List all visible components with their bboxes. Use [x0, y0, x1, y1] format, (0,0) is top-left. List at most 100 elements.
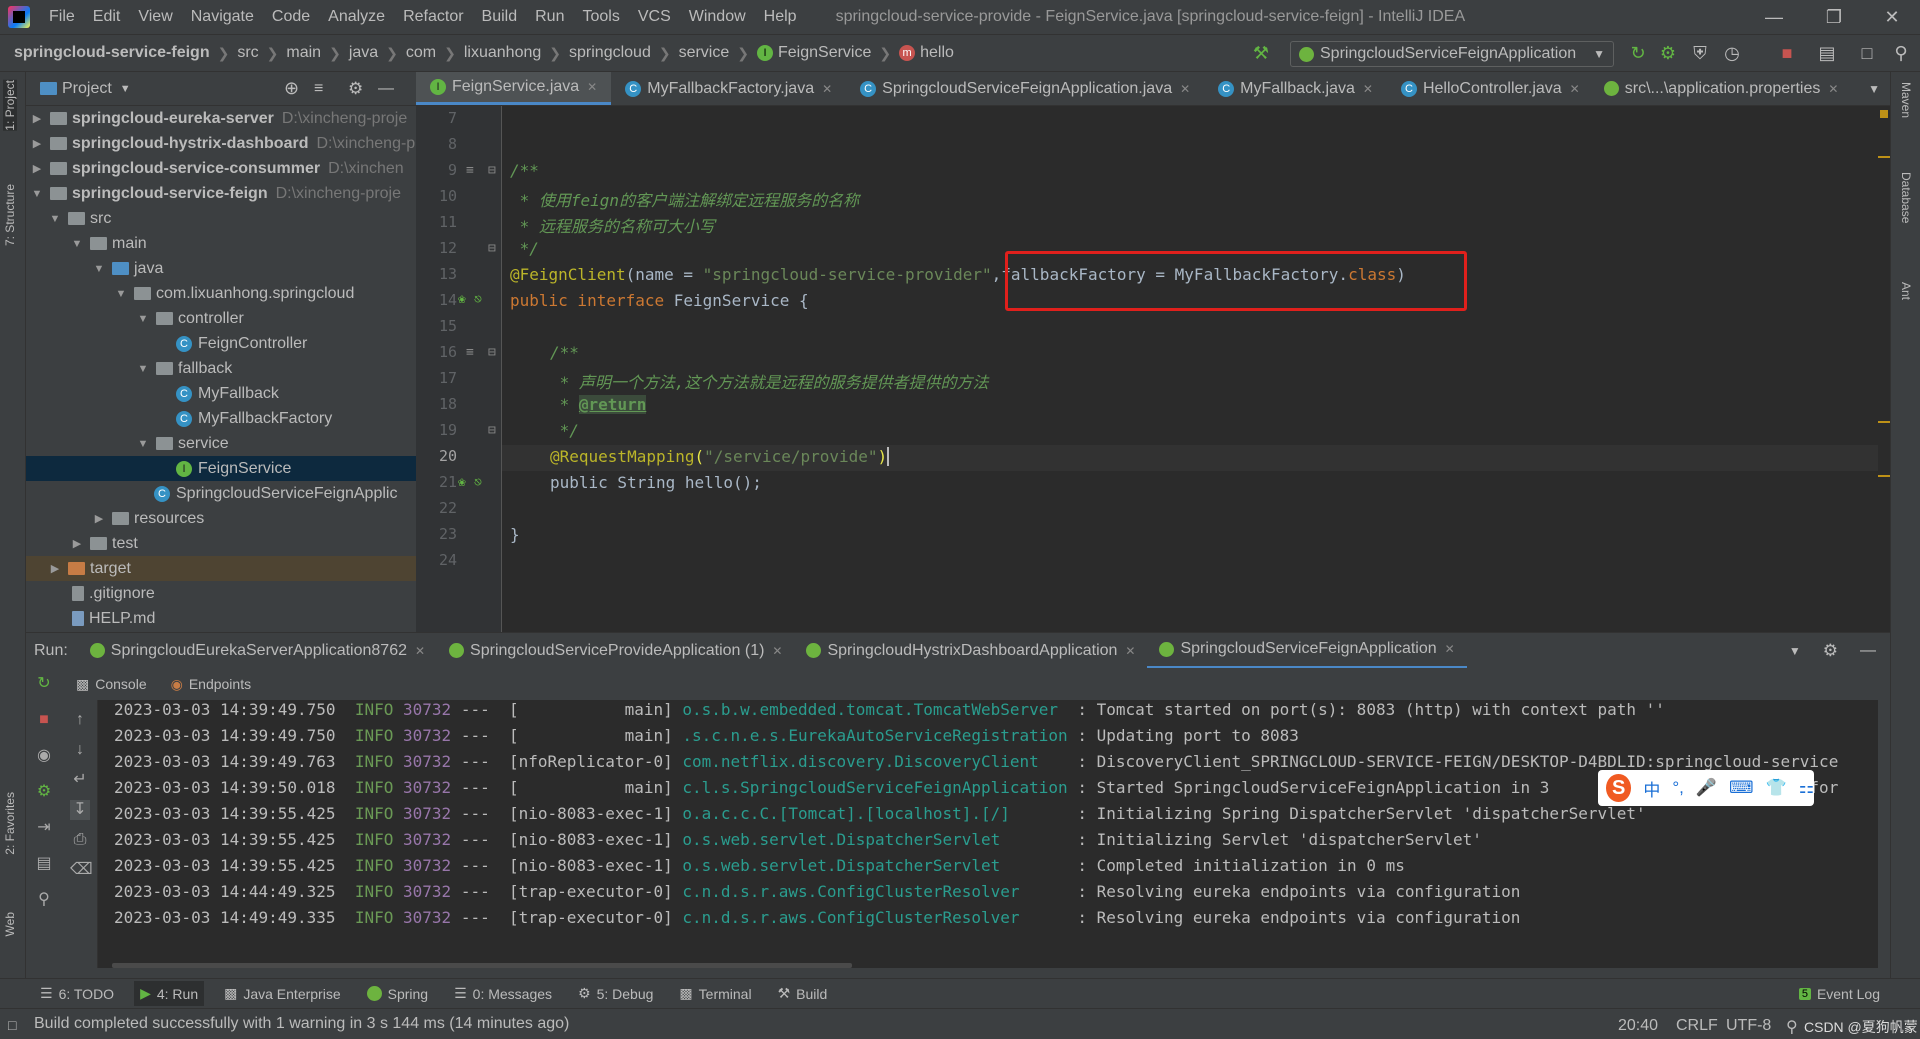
chevron-down-icon[interactable]: ▼: [136, 363, 150, 375]
menu-view[interactable]: View: [129, 8, 181, 26]
tree-node-folder[interactable]: ▼ main: [26, 231, 416, 256]
chevron-right-icon[interactable]: ▶: [70, 537, 84, 550]
close-tab-icon[interactable]: ✕: [1125, 644, 1135, 658]
breadcrumb-feignservice[interactable]: FeignService: [778, 44, 871, 62]
ant-tool-tab[interactable]: Ant: [1899, 282, 1913, 300]
tree-node-folder[interactable]: ▼ java: [26, 256, 416, 281]
editor-tab-hellocontroller[interactable]: C HelloController.java ✕: [1387, 72, 1594, 105]
project-panel-title[interactable]: Project: [62, 80, 112, 98]
pin-icon[interactable]: ⚲: [34, 890, 54, 910]
hide-icon[interactable]: —: [378, 80, 394, 98]
line-separator[interactable]: CRLF: [1676, 1017, 1718, 1035]
tree-node-package[interactable]: ▼ service: [26, 431, 416, 456]
tree-node-folder-excluded[interactable]: ▶ target: [26, 556, 416, 581]
run-tab-provide[interactable]: SpringcloudServiceProvideApplication (1)…: [437, 633, 794, 669]
menu-edit[interactable]: Edit: [84, 8, 130, 26]
debug-icon[interactable]: ⚙: [1657, 42, 1679, 64]
chevron-down-icon[interactable]: ▼: [1789, 644, 1801, 658]
chevron-down-icon[interactable]: ▼: [114, 288, 128, 300]
chevron-down-icon[interactable]: ▼: [136, 313, 150, 325]
java-enterprise-tool-button[interactable]: ▩ Java Enterprise: [224, 985, 341, 1002]
spring-bean-icon[interactable]: ❀: [458, 292, 466, 307]
warning-icon[interactable]: [1880, 110, 1888, 118]
tree-node-class[interactable]: C MyFallbackFactory: [26, 406, 416, 431]
status-message[interactable]: Build completed successfully with 1 warn…: [34, 1015, 569, 1033]
chevron-down-icon[interactable]: ▼: [70, 238, 84, 250]
breadcrumb-src[interactable]: src: [237, 44, 258, 62]
layout-icon[interactable]: ▤: [34, 854, 54, 874]
log-logger[interactable]: com.netflix.discovery.DiscoveryClient: [682, 752, 1038, 771]
scroll-to-end-icon[interactable]: ↧: [70, 800, 90, 820]
locate-icon[interactable]: ⊕: [284, 78, 299, 99]
fold-icon[interactable]: ⊟: [488, 423, 496, 438]
tree-node-class[interactable]: C FeignController: [26, 331, 416, 356]
log-logger[interactable]: o.s.web.servlet.DispatcherServlet: [682, 830, 1000, 849]
menu-file[interactable]: File: [40, 8, 84, 26]
project-structure-icon[interactable]: ▤: [1816, 42, 1838, 64]
log-logger[interactable]: .s.c.n.e.s.EurekaAutoServiceRegistration: [682, 726, 1067, 745]
tree-node-class[interactable]: C MyFallback: [26, 381, 416, 406]
close-tab-icon[interactable]: ✕: [587, 80, 597, 94]
rerun-icon[interactable]: ↻: [1627, 42, 1649, 64]
fold-icon[interactable]: ⊟: [488, 241, 496, 256]
run-tab-hystrix[interactable]: SpringcloudHystrixDashboardApplication ✕: [794, 633, 1147, 669]
chevron-down-icon[interactable]: ▼: [120, 83, 131, 95]
maven-tool-tab[interactable]: Maven: [1899, 82, 1913, 118]
camera-icon[interactable]: ◉: [34, 746, 54, 766]
log-logger[interactable]: o.s.web.servlet.DispatcherServlet: [682, 856, 1000, 875]
ime-chinese-mode[interactable]: 中: [1643, 776, 1660, 801]
close-tab-icon[interactable]: ✕: [822, 82, 832, 96]
code-editor[interactable]: /** * 使用feign的客户端注解绑定远程服务的名称 * 远程服务的名称可大…: [502, 106, 1878, 632]
chevron-down-icon[interactable]: ▼: [30, 188, 44, 200]
minimize-icon[interactable]: —: [1746, 0, 1802, 34]
close-tab-icon[interactable]: ✕: [772, 644, 782, 658]
breadcrumb-com[interactable]: com: [406, 44, 436, 62]
chevron-right-icon[interactable]: ▶: [30, 112, 44, 125]
close-icon[interactable]: ✕: [1864, 0, 1920, 34]
editor-tab-myfallbackfactory[interactable]: C MyFallbackFactory.java ✕: [611, 72, 846, 105]
breadcrumb-project[interactable]: springcloud-service-feign: [14, 44, 210, 62]
tree-node-module[interactable]: ▶ springcloud-eureka-server D:\xincheng-pr…: [26, 106, 416, 131]
chevron-right-icon[interactable]: ▶: [92, 512, 106, 525]
breadcrumb-java[interactable]: java: [349, 44, 378, 62]
tree-node-folder[interactable]: ▶ resources: [26, 506, 416, 531]
fold-icon[interactable]: ⊟: [488, 163, 496, 178]
console-output[interactable]: 2023-03-03 14:39:49.750 INFO 30732 --- […: [98, 700, 1878, 968]
stop-icon[interactable]: ■: [1776, 42, 1798, 64]
gear-icon[interactable]: ⚙: [348, 79, 363, 99]
log-logger[interactable]: o.a.c.c.C.[Tomcat].[localhost].[/]: [682, 804, 1010, 823]
horizontal-scrollbar[interactable]: [112, 963, 852, 968]
menu-analyze[interactable]: Analyze: [319, 8, 394, 26]
gear-icon[interactable]: ⚙: [1823, 641, 1838, 661]
ime-punctuation[interactable]: °,: [1672, 778, 1684, 798]
todo-tool-button[interactable]: ☰ 6: TODO: [40, 985, 114, 1002]
menu-vcs[interactable]: VCS: [629, 8, 680, 26]
close-tab-icon[interactable]: ✕: [1445, 642, 1455, 656]
log-logger[interactable]: c.n.d.s.r.aws.ConfigClusterResolver: [682, 908, 1019, 927]
project-tool-tab[interactable]: 1: Project: [3, 80, 17, 131]
close-tab-icon[interactable]: ✕: [1180, 82, 1190, 96]
breadcrumb-service[interactable]: service: [679, 44, 730, 62]
database-tool-tab[interactable]: Database: [1899, 172, 1913, 223]
debug-tool-button[interactable]: ⚙ 5: Debug: [578, 985, 653, 1002]
restore-icon[interactable]: ❐: [1806, 0, 1862, 34]
arrow-up-icon[interactable]: ↑: [70, 710, 90, 730]
search-icon[interactable]: ⚲: [1890, 42, 1912, 64]
messages-tool-button[interactable]: ☰ 0: Messages: [454, 985, 552, 1002]
tree-node-file[interactable]: HELP.md: [26, 606, 416, 631]
tree-node-file[interactable]: .gitignore: [26, 581, 416, 606]
spring-tool-button[interactable]: Spring: [366, 986, 428, 1002]
chevron-down-icon[interactable]: ▼: [92, 263, 106, 275]
warning-marker[interactable]: [1878, 475, 1890, 477]
build-hammer-icon[interactable]: ⚒: [1250, 42, 1272, 64]
collapse-all-icon[interactable]: ≡: [314, 80, 323, 98]
skin-icon[interactable]: 👕: [1766, 778, 1787, 798]
editor-tab-feignservice[interactable]: I FeignService.java ✕: [416, 72, 612, 105]
soft-wrap-icon[interactable]: ↵: [70, 770, 90, 790]
breadcrumb-main[interactable]: main: [286, 44, 321, 62]
close-tab-icon[interactable]: ✕: [415, 644, 425, 658]
debug-icon[interactable]: ⚙: [34, 782, 54, 802]
tree-node-package[interactable]: ▼ com.lixuanhong.springcloud: [26, 281, 416, 306]
endpoints-tab[interactable]: Endpoints: [189, 676, 251, 692]
structure-tool-tab[interactable]: 7: Structure: [3, 184, 17, 246]
